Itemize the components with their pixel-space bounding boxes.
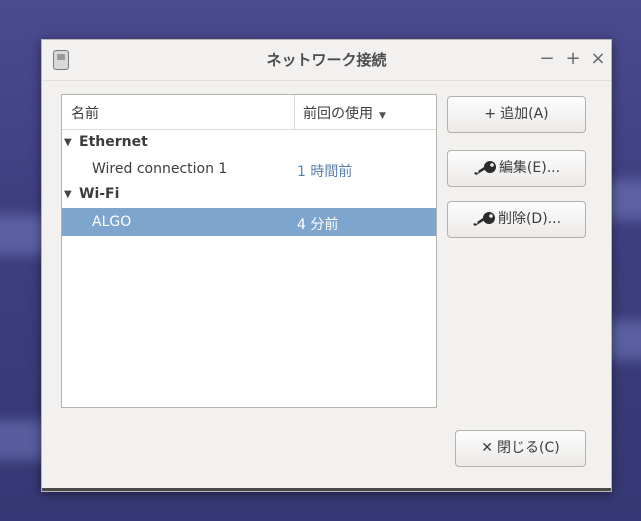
- close-button-label: 閉じる(C): [497, 440, 560, 456]
- close-dialog-button[interactable]: ✕ 閉じる(C): [455, 430, 586, 467]
- network-connections-dialog: ネットワーク接続 − + × 名前 前回の使用 ▼ ▼ Ethernet Wire…: [41, 39, 612, 492]
- group-row-wifi[interactable]: ▼ Wi-Fi: [62, 182, 436, 208]
- connection-row-wired-connection-1[interactable]: Wired connection 1 1 時間前: [62, 156, 436, 182]
- connection-last-used: 4 分前: [297, 217, 339, 233]
- maximize-button[interactable]: +: [563, 47, 583, 71]
- edit-button-label: 編集(E)...: [498, 160, 561, 176]
- connection-last-used: 1 時間前: [297, 164, 353, 180]
- list-header: 名前 前回の使用 ▼: [62, 95, 436, 130]
- delete-button-label: 削除(D)...: [497, 211, 562, 227]
- window-bottom-border: [42, 488, 611, 491]
- expander-icon[interactable]: ▼: [64, 189, 72, 200]
- add-connection-button[interactable]: + 追加(A): [447, 96, 586, 133]
- close-window-button[interactable]: ×: [588, 47, 608, 71]
- connection-name: Wired connection 1: [92, 161, 228, 177]
- expander-icon[interactable]: ▼: [64, 137, 72, 148]
- group-name: Ethernet: [79, 134, 148, 150]
- column-header-name[interactable]: 名前: [71, 103, 99, 123]
- close-x-icon: ✕: [481, 440, 494, 456]
- title-bar[interactable]: ネットワーク接続 − + ×: [42, 40, 611, 81]
- column-header-last-used-label: 前回の使用: [303, 106, 373, 122]
- sort-descending-icon: ▼: [379, 111, 386, 121]
- connections-list[interactable]: 名前 前回の使用 ▼ ▼ Ethernet Wired connection 1 …: [61, 94, 437, 408]
- column-header-last-used[interactable]: 前回の使用 ▼: [303, 103, 386, 123]
- column-separator: [294, 95, 295, 129]
- plus-icon: +: [484, 106, 497, 122]
- key-icon: [473, 161, 496, 175]
- group-name: Wi-Fi: [79, 186, 120, 202]
- edit-connection-button[interactable]: 編集(E)...: [447, 150, 586, 187]
- window-title: ネットワーク接続: [266, 51, 387, 69]
- key-icon: [472, 212, 495, 226]
- minimize-button[interactable]: −: [537, 47, 557, 71]
- group-row-ethernet[interactable]: ▼ Ethernet: [62, 130, 436, 156]
- add-button-label: 追加(A): [500, 106, 549, 122]
- connection-row-algo[interactable]: ALGO 4 分前: [62, 208, 436, 236]
- delete-connection-button[interactable]: 削除(D)...: [447, 201, 586, 238]
- connection-name: ALGO: [92, 214, 132, 230]
